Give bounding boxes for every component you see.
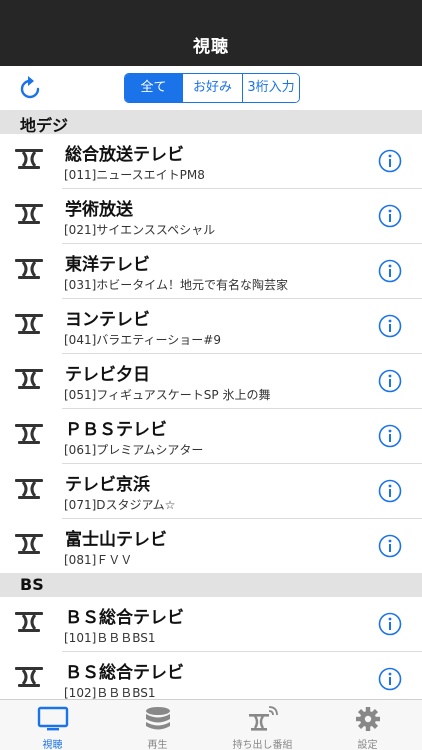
channel-row[interactable]: ＢＳ総合テレビ [101]ＢＢＢBS1 <box>0 597 422 652</box>
tab-label: 視聴 <box>42 740 63 750</box>
segment-3digit-input[interactable]: 3桁入力 <box>242 74 299 102</box>
antenna-icon <box>15 534 43 554</box>
info-icon[interactable] <box>378 667 402 691</box>
refresh-icon[interactable] <box>18 75 42 101</box>
channel-row[interactable]: 総合放送テレビ [011]ニュースエイトPM8 <box>0 134 422 189</box>
segment-all[interactable]: 全て <box>125 74 182 102</box>
channel-row[interactable]: ＰＢＳテレビ [061]プレミアムシアター <box>0 409 422 464</box>
channel-row[interactable]: ヨンテレビ [041]バラエティーショー#9 <box>0 299 422 354</box>
tab-takeout[interactable]: 持ち出し番組 <box>210 700 315 750</box>
channel-name: ＢＳ総合テレビ <box>65 663 184 683</box>
program-title: [061]プレミアムシアター <box>64 443 204 457</box>
antenna-icon <box>15 204 43 224</box>
channel-name: ＰＢＳテレビ <box>65 420 167 440</box>
tv-icon <box>37 706 69 731</box>
tab-label: 設定 <box>357 740 378 750</box>
info-icon[interactable] <box>378 314 402 338</box>
channel-name: 富士山テレビ <box>65 530 167 550</box>
info-icon[interactable] <box>378 259 402 283</box>
info-icon[interactable] <box>378 424 402 448</box>
program-title: [051]フィギュアスケートSP 氷上の舞 <box>64 388 271 402</box>
channel-row[interactable]: 富士山テレビ [081]ＦＶＶ <box>0 519 422 574</box>
antenna-icon <box>15 667 43 687</box>
section-header-terrestrial: 地デジ <box>0 110 422 135</box>
tab-label: 再生 <box>147 740 168 750</box>
channel-name: ヨンテレビ <box>65 310 150 330</box>
section-title: 地デジ <box>20 116 69 135</box>
segment-favorites[interactable]: お好み <box>182 74 242 102</box>
section-title: BS <box>20 575 44 594</box>
info-icon[interactable] <box>378 534 402 558</box>
program-title: [102]ＢＢＢBS1 <box>64 686 156 699</box>
tab-watch[interactable]: 視聴 <box>0 700 105 750</box>
channel-name: ＢＳ総合テレビ <box>65 608 184 628</box>
antenna-icon <box>15 424 43 444</box>
tab-label: 持ち出し番組 <box>232 740 293 750</box>
channel-row[interactable]: テレビ京浜 [071]Dスタジアム☆ <box>0 464 422 519</box>
database-icon <box>146 707 170 730</box>
program-title: [011]ニュースエイトPM8 <box>64 168 205 182</box>
antenna-icon <box>15 479 43 499</box>
channel-row[interactable]: ＢＳ総合テレビ [102]ＢＢＢBS1 <box>0 652 422 699</box>
program-title: [071]Dスタジアム☆ <box>64 498 176 512</box>
toolbar: 全て お好み 3桁入力 <box>0 66 422 110</box>
info-icon[interactable] <box>378 479 402 503</box>
antenna-signal-icon <box>249 706 278 731</box>
tab-settings[interactable]: 設定 <box>315 700 420 750</box>
tab-playback[interactable]: 再生 <box>105 700 210 750</box>
channel-name: 東洋テレビ <box>65 255 150 275</box>
channel-name: 学術放送 <box>65 200 133 220</box>
program-title: [031]ホビータイム！地元で有名な陶芸家 <box>64 278 289 292</box>
program-title: [081]ＦＶＶ <box>64 553 133 567</box>
page-title: 視聴 <box>193 37 229 57</box>
channel-name: 総合放送テレビ <box>65 145 184 165</box>
info-icon[interactable] <box>378 149 402 173</box>
info-icon[interactable] <box>378 204 402 228</box>
channel-name: テレビ京浜 <box>65 475 150 495</box>
program-title: [101]ＢＢＢBS1 <box>64 631 156 645</box>
program-title: [021]サイエンススペシャル <box>64 223 216 237</box>
antenna-icon <box>15 149 43 169</box>
nav-bar: 視聴 <box>0 0 422 66</box>
channel-row[interactable]: 東洋テレビ [031]ホビータイム！地元で有名な陶芸家 <box>0 244 422 299</box>
channel-row[interactable]: テレビ夕日 [051]フィギュアスケートSP 氷上の舞 <box>0 354 422 409</box>
section-header-bs: BS <box>0 573 422 597</box>
filter-segmented-control: 全て お好み 3桁入力 <box>124 73 300 103</box>
info-icon[interactable] <box>378 612 402 636</box>
info-icon[interactable] <box>378 369 402 393</box>
antenna-icon <box>15 369 43 389</box>
gear-icon <box>356 707 380 731</box>
antenna-icon <box>15 612 43 632</box>
channel-name: テレビ夕日 <box>65 365 150 385</box>
program-title: [041]バラエティーショー#9 <box>64 333 221 347</box>
antenna-icon <box>15 259 43 279</box>
tab-bar: 視聴 再生 持ち出し番組 設定 <box>0 699 422 750</box>
antenna-icon <box>15 314 43 334</box>
channel-row[interactable]: 学術放送 [021]サイエンススペシャル <box>0 189 422 244</box>
